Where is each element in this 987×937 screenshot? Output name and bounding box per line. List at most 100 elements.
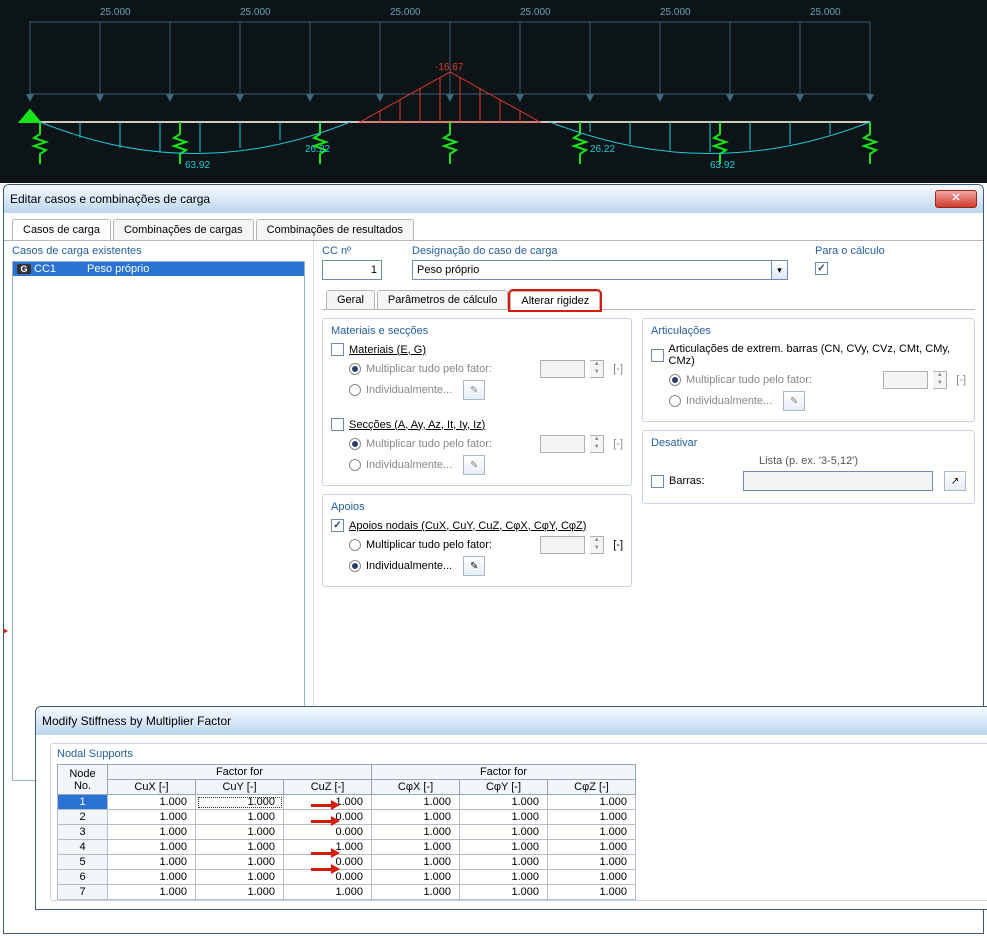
factor-cell[interactable]: 1.000 — [548, 870, 636, 885]
load-value: 25.000 — [810, 7, 841, 18]
factor-cell[interactable]: 1.000 — [108, 840, 196, 855]
factor-cell[interactable]: 1.000 — [284, 795, 372, 810]
factor-cell[interactable]: 1.000 — [460, 810, 548, 825]
designation-input[interactable] — [412, 260, 772, 280]
factor-cell[interactable]: 1.000 — [460, 840, 548, 855]
list-item[interactable]: GCC1 Peso próprio — [13, 262, 304, 276]
edit-icon[interactable]: ✎ — [783, 391, 805, 411]
table-row[interactable]: 21.0001.0000.0001.0001.0001.000 — [58, 810, 987, 825]
joints-factor-input[interactable] — [883, 371, 928, 389]
table-row[interactable]: 61.0001.0000.0001.0001.0001.000 — [58, 870, 987, 885]
factor-cell[interactable]: 1.000 — [460, 855, 548, 870]
factor-cell[interactable]: 1.000 — [460, 795, 548, 810]
node-number: 3 — [58, 825, 108, 840]
subtab-calc-params[interactable]: Parâmetros de cálculo — [377, 290, 508, 309]
factor-cell[interactable]: 1.000 — [108, 795, 196, 810]
factor-cell[interactable]: 1.000 — [460, 870, 548, 885]
factor-cell[interactable]: 1.000 — [196, 825, 284, 840]
factor-cell[interactable]: 1.000 — [372, 810, 460, 825]
factor-cell[interactable]: 1.000 — [372, 855, 460, 870]
moment-value: 26.22 — [590, 144, 615, 155]
nodal-supports-checkbox[interactable]: ✓ — [331, 519, 344, 532]
annotation-arrow — [311, 868, 331, 871]
materials-factor-input[interactable] — [540, 360, 585, 378]
stepper-icon[interactable]: ▲▼ — [590, 435, 604, 453]
factor-cell[interactable]: 1.000 — [196, 855, 284, 870]
factor-cell[interactable]: 1.000 — [548, 885, 636, 900]
factor-cell[interactable]: 1.000 — [108, 810, 196, 825]
moment-value: 26.22 — [305, 144, 330, 155]
deactivate-list-input[interactable] — [743, 471, 933, 491]
factor-cell[interactable]: 1.000 — [196, 870, 284, 885]
materials-individual-radio[interactable] — [349, 384, 361, 396]
node-number: 6 — [58, 870, 108, 885]
factor-cell[interactable]: 1.000 — [196, 840, 284, 855]
cases-list[interactable]: GCC1 Peso próprio — [12, 261, 305, 781]
joints-multiply-radio[interactable] — [669, 374, 681, 386]
subtab-general[interactable]: Geral — [326, 290, 375, 309]
table-row[interactable]: 51.0001.0000.0001.0001.0001.000 — [58, 855, 987, 870]
factor-cell[interactable]: 1.000 — [108, 885, 196, 900]
for-calc-checkbox[interactable]: ✓ — [815, 262, 828, 275]
load-value: 25.000 — [100, 7, 131, 18]
factor-cell[interactable]: 1.000 — [372, 840, 460, 855]
table-row[interactable]: 41.0001.0001.0001.0001.0001.000 — [58, 840, 987, 855]
tab-load-cases[interactable]: Casos de carga — [12, 219, 111, 240]
factor-cell[interactable]: 1.000 — [372, 795, 460, 810]
ccnum-input[interactable] — [322, 260, 382, 280]
factor-cell[interactable]: 1.000 — [548, 795, 636, 810]
supports-individual-radio[interactable] — [349, 560, 361, 572]
dialog-titlebar[interactable]: Editar casos e combinações de carga ✕ — [4, 185, 983, 213]
sections-individual-radio[interactable] — [349, 459, 361, 471]
table-row[interactable]: 31.0001.0000.0001.0001.0001.000 — [58, 825, 987, 840]
factor-cell[interactable]: 1.000 — [548, 825, 636, 840]
factor-cell[interactable]: 1.000 — [460, 825, 548, 840]
factor-cell[interactable]: 1.000 — [548, 855, 636, 870]
dialog2-title: Modify Stiffness by Multiplier Factor — [42, 714, 231, 728]
tab-load-combos[interactable]: Combinações de cargas — [113, 219, 254, 240]
sections-factor-input[interactable] — [540, 435, 585, 453]
factor-cell[interactable]: 1.000 — [372, 825, 460, 840]
factor-cell[interactable]: 0.000 — [284, 825, 372, 840]
factor-cell[interactable]: 1.000 — [284, 885, 372, 900]
factor-cell[interactable]: 1.000 — [548, 810, 636, 825]
factor-cell[interactable]: 1.000 — [196, 885, 284, 900]
subtab-modify-stiffness[interactable]: Alterar rigidez — [510, 291, 600, 310]
factor-cell[interactable]: 0.000 — [284, 870, 372, 885]
dialog2-titlebar[interactable]: Modify Stiffness by Multiplier Factor ✕ — [36, 707, 987, 735]
materials-multiply-radio[interactable] — [349, 363, 361, 375]
factor-cell[interactable]: 1.000 — [108, 870, 196, 885]
factor-cell[interactable]: 1.000 — [460, 885, 548, 900]
joints-checkbox[interactable] — [651, 349, 664, 362]
node-number: 7 — [58, 885, 108, 900]
stepper-icon[interactable]: ▲▼ — [590, 360, 604, 378]
materials-checkbox[interactable] — [331, 343, 344, 356]
edit-icon[interactable]: ✎ — [463, 455, 485, 475]
nodal-supports-table[interactable]: NodeNo. Factor for Factor for CuX [-] Cu… — [57, 764, 987, 900]
supports-factor-input[interactable] — [540, 536, 585, 554]
table-row[interactable]: 71.0001.0001.0001.0001.0001.000 — [58, 885, 987, 900]
supports-multiply-radio[interactable] — [349, 539, 361, 551]
close-button[interactable]: ✕ — [935, 190, 977, 208]
table-row[interactable]: 11.0001.0001.0001.0001.0001.000 — [58, 795, 987, 810]
deactivate-bars-checkbox[interactable] — [651, 475, 664, 488]
stepper-icon[interactable]: ▲▼ — [590, 536, 604, 554]
joints-individual-radio[interactable] — [669, 395, 681, 407]
sections-checkbox[interactable] — [331, 418, 344, 431]
col-factor-rotational: Factor for — [372, 765, 636, 780]
factor-cell[interactable]: 1.000 — [196, 795, 284, 810]
designation-dropdown[interactable]: ▾ — [772, 260, 788, 280]
edit-icon[interactable]: ✎ — [463, 380, 485, 400]
factor-cell[interactable]: 1.000 — [372, 870, 460, 885]
stepper-icon[interactable]: ▲▼ — [933, 371, 947, 389]
factor-cell[interactable]: 1.000 — [196, 810, 284, 825]
factor-cell[interactable]: 1.000 — [372, 885, 460, 900]
sub-tabs: Geral Parâmetros de cálculo Alterar rigi… — [322, 290, 975, 310]
edit-icon[interactable]: ✎ — [463, 556, 485, 576]
tab-result-combos[interactable]: Combinações de resultados — [256, 219, 414, 240]
factor-cell[interactable]: 1.000 — [108, 825, 196, 840]
pick-icon[interactable]: ↗ — [944, 471, 966, 491]
sections-multiply-radio[interactable] — [349, 438, 361, 450]
factor-cell[interactable]: 1.000 — [108, 855, 196, 870]
factor-cell[interactable]: 1.000 — [548, 840, 636, 855]
